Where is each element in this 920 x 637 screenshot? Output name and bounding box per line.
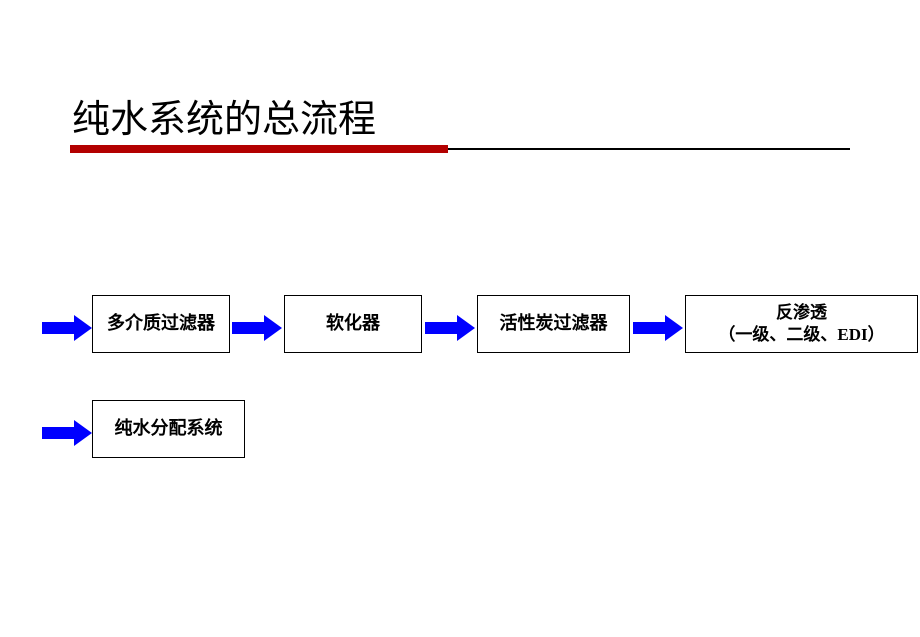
flow-box-label: 纯水分配系统 — [115, 417, 223, 440]
flow-box-label: 多介质过滤器 — [107, 312, 215, 335]
flow-box-label-line2: （一级、二级、EDI） — [718, 324, 884, 346]
flow-arrow-3 — [425, 315, 475, 341]
flow-box-label-line1: 反渗透 — [718, 302, 884, 324]
flow-box-reverse-osmosis: 反渗透 （一级、二级、EDI） — [685, 295, 918, 353]
underline-gray-segment — [448, 148, 850, 150]
title-underline — [70, 145, 850, 153]
page-title: 纯水系统的总流程 — [72, 88, 376, 143]
flow-box-label: 活性炭过滤器 — [500, 312, 608, 335]
flow-box-activated-carbon: 活性炭过滤器 — [477, 295, 630, 353]
flow-box-label: 软化器 — [326, 312, 380, 335]
flow-arrow-4 — [633, 315, 683, 341]
flow-box-multimedia-filter: 多介质过滤器 — [92, 295, 230, 353]
flow-box-softener: 软化器 — [284, 295, 422, 353]
flow-arrow-2 — [232, 315, 282, 341]
flow-arrow-5 — [42, 420, 92, 446]
underline-red-segment — [70, 145, 448, 153]
flow-arrow-1 — [42, 315, 92, 341]
flow-box-distribution: 纯水分配系统 — [92, 400, 245, 458]
